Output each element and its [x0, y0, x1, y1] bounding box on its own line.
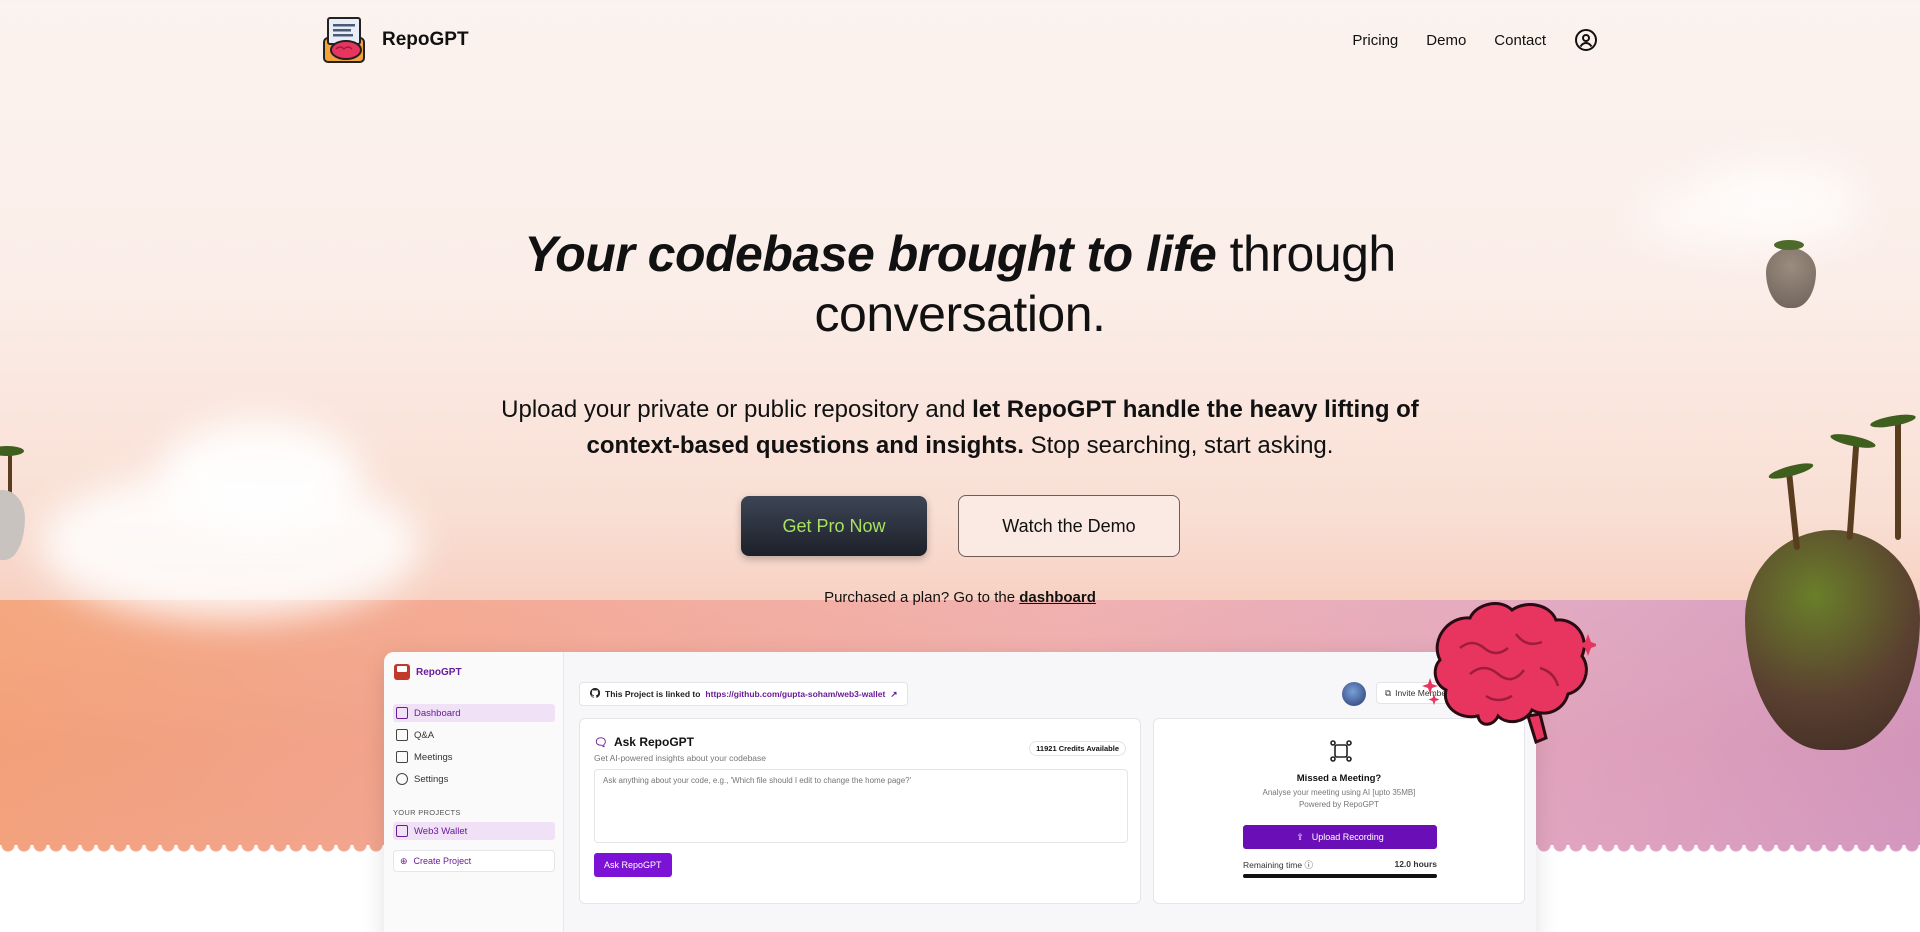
remaining-label: Remaining time ⓘ — [1243, 860, 1313, 870]
create-project-button[interactable]: ⊕ Create Project — [393, 850, 555, 872]
avatar[interactable] — [1342, 682, 1366, 706]
credits-badge: 11921 Credits Available — [1029, 741, 1126, 756]
create-project-label: Create Project — [413, 856, 472, 866]
watch-demo-button[interactable]: Watch the Demo — [958, 495, 1180, 557]
headline-line2: conversation. — [814, 286, 1106, 342]
repo-link[interactable]: https://github.com/gupta-soham/web3-wall… — [705, 689, 885, 699]
remaining-time-row: Remaining time ⓘ 12.0 hours — [1243, 859, 1437, 871]
upload-label: Upload Recording — [1311, 832, 1384, 842]
info-icon: ⓘ — [1304, 860, 1313, 870]
sidebar-item-label: Meetings — [414, 751, 453, 763]
sidebar-item-meetings[interactable]: Meetings — [393, 748, 555, 766]
project-link-banner: This Project is linked to https://github… — [579, 682, 909, 706]
dashboard-icon — [396, 707, 408, 719]
get-pro-button[interactable]: Get Pro Now — [741, 496, 927, 556]
gear-icon — [396, 773, 408, 785]
meeting-description: Analyse your meeting using AI [upto 35MB… — [1154, 787, 1524, 811]
chat-icon: 🗨 — [594, 736, 608, 749]
meeting-title: Missed a Meeting? — [1296, 773, 1382, 784]
remaining-value: 12.0 hours — [1394, 859, 1437, 869]
sidebar-item-label: Settings — [414, 773, 449, 785]
brand-logo-icon[interactable] — [322, 16, 366, 64]
meeting-line1: Analyse your meeting using AI [upto 35MB… — [1262, 788, 1416, 797]
app-preview: RepoGPT Dashboard Q&A Meetings Settings … — [384, 652, 1536, 932]
nav-menu: Pricing Demo Contact — [1352, 28, 1598, 52]
purchased-text: Purchased a plan? Go to the — [824, 589, 1020, 606]
preview-main: This Project is linked to https://github… — [564, 652, 1536, 932]
top-nav: RepoGPT Pricing Demo Contact — [322, 14, 1598, 66]
brain-mascot-icon — [1420, 598, 1599, 746]
project-label: Web3 Wallet — [414, 825, 468, 837]
subtitle-part2: Stop searching, start asking. — [1023, 432, 1334, 459]
hero-subtitle: Upload your private or public repository… — [470, 392, 1450, 464]
question-input[interactable] — [594, 769, 1128, 843]
folder-icon — [396, 825, 408, 837]
preview-logo-icon — [394, 664, 410, 680]
nav-demo-link[interactable]: Demo — [1426, 32, 1466, 49]
preview-brand-name: RepoGPT — [416, 666, 462, 678]
remaining-progress-bar — [1243, 874, 1437, 878]
ask-card: 🗨 Ask RepoGPT Get AI-powered insights ab… — [579, 718, 1141, 904]
github-icon — [589, 687, 601, 700]
presentation-icon — [1329, 739, 1353, 763]
nav-pricing-link[interactable]: Pricing — [1352, 32, 1398, 49]
preview-brand: RepoGPT — [394, 664, 462, 680]
book-icon — [396, 729, 408, 741]
brand-name[interactable]: RepoGPT — [382, 29, 469, 51]
meeting-line2: Powered by RepoGPT — [1298, 800, 1380, 809]
subtitle-part1: Upload your private or public repository… — [501, 396, 973, 423]
dashboard-link[interactable]: dashboard — [1019, 589, 1096, 606]
headline-emphasis: Your codebase brought to life — [524, 226, 1217, 282]
upload-icon: ⇪ — [1296, 831, 1304, 842]
ask-title-text: Ask RepoGPT — [613, 735, 694, 749]
ask-button[interactable]: Ask RepoGPT — [594, 853, 672, 877]
hero-headline: Your codebase brought to life through co… — [0, 224, 1920, 344]
projects-heading: YOUR PROJECTS — [393, 808, 461, 817]
sidebar-item-dashboard[interactable]: Dashboard — [393, 704, 555, 722]
purchased-note: Purchased a plan? Go to the dashboard — [0, 589, 1920, 606]
external-link-icon[interactable]: ↗ — [890, 689, 897, 700]
nav-contact-link[interactable]: Contact — [1494, 32, 1546, 49]
headline-rest: through — [1216, 226, 1397, 282]
remaining-progress-fill — [1243, 874, 1437, 878]
sidebar-project-web3-wallet[interactable]: Web3 Wallet — [393, 822, 555, 840]
upload-recording-button[interactable]: ⇪ Upload Recording — [1243, 825, 1437, 849]
sidebar-item-label: Q&A — [414, 729, 435, 741]
plus-circle-icon: ⊕ — [400, 855, 408, 866]
preview-sidebar: RepoGPT Dashboard Q&A Meetings Settings … — [384, 652, 564, 932]
user-account-icon[interactable] — [1574, 28, 1598, 52]
ask-subtitle: Get AI-powered insights about your codeb… — [594, 753, 766, 763]
sidebar-item-label: Dashboard — [414, 707, 461, 719]
sidebar-item-settings[interactable]: Settings — [393, 770, 555, 788]
copy-icon: ⧉ — [1385, 687, 1392, 698]
presentation-icon — [396, 751, 408, 763]
sidebar-item-qa[interactable]: Q&A — [393, 726, 555, 744]
ask-title: 🗨 Ask RepoGPT — [594, 735, 694, 749]
linked-prefix: This Project is linked to — [605, 689, 701, 699]
